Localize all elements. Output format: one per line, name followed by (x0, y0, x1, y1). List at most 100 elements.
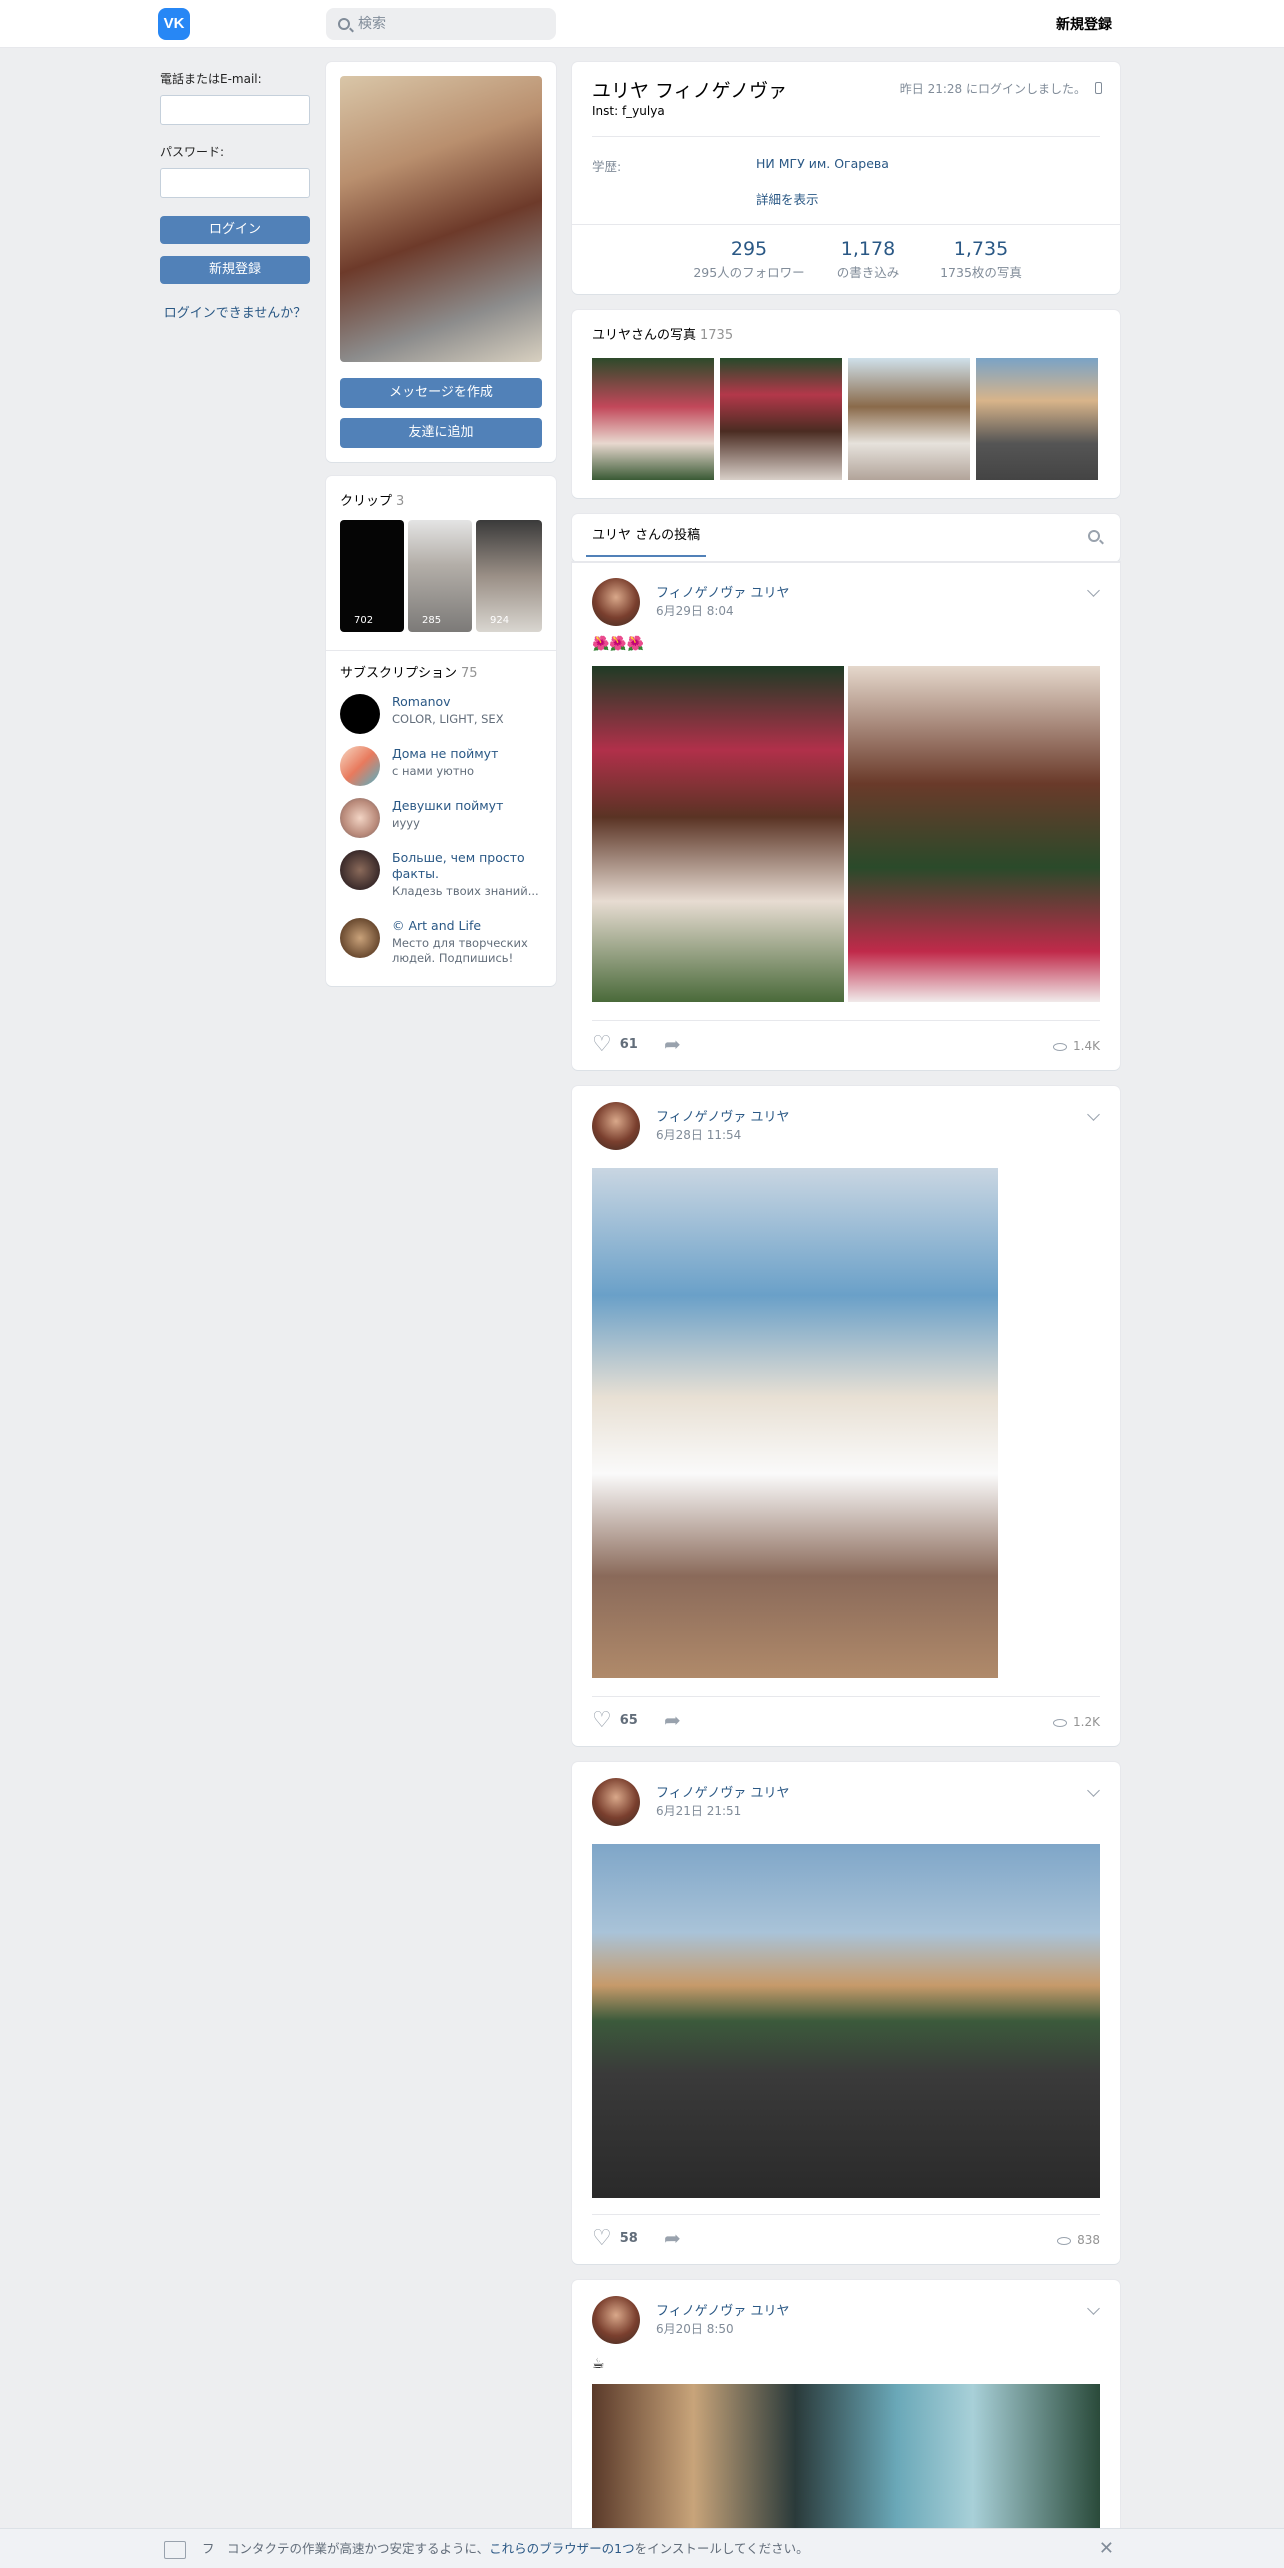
post-image[interactable] (592, 1168, 998, 1678)
search-icon (338, 18, 350, 30)
posts-stat[interactable]: 1,178 の書き込み (818, 238, 918, 281)
subscription-avatar (340, 850, 380, 890)
password-field[interactable] (160, 168, 310, 198)
photos-title[interactable]: ユリヤさんの写真 1735 (592, 324, 733, 343)
post-image[interactable] (848, 666, 1100, 1002)
show-more-link[interactable]: 詳細を表示 (756, 189, 819, 208)
signup-link[interactable]: 新規登録 (1056, 14, 1112, 34)
share-icon[interactable]: ➦ (664, 1032, 681, 1056)
post-date[interactable]: 6月20日 8:50 (656, 2320, 734, 2337)
heart-icon: ♡ (592, 1708, 612, 1733)
subscription-name[interactable]: Дома не поймут (392, 746, 542, 762)
eye-icon (1053, 1718, 1068, 1727)
browser-banner: フ コンタクテの作業が高速かつ安定するように、これらのブラウザーの1つをインスト… (0, 2528, 1284, 2568)
subscription-item[interactable]: Дома не поймут с нами уютно (340, 746, 550, 794)
education-link[interactable]: НИ МГУ им. Огарева (756, 156, 889, 171)
clip-views: 702 (354, 615, 374, 626)
clip-item[interactable]: 285 (408, 520, 472, 632)
post-author[interactable]: フィノゲノヴァ ユリヤ (656, 2300, 789, 2319)
clip-item[interactable]: 702 (340, 520, 404, 632)
browser-link[interactable]: これらのブラウザーの1つ (489, 2541, 634, 2556)
chevron-down-icon[interactable] (1087, 2302, 1100, 2315)
followers-stat[interactable]: 295 295人のフォロワー (684, 238, 814, 281)
banner-text: フ コンタクテの作業が高速かつ安定するように、これらのブラウザーの1つをインスト… (202, 2541, 809, 2556)
subscription-item[interactable]: © Art and Life Место для творческих люде… (340, 918, 550, 966)
post-image[interactable] (592, 666, 844, 1002)
author-avatar[interactable] (592, 1102, 640, 1150)
subscriptions-title[interactable]: サブスクリプション 75 (340, 662, 478, 681)
photo-thumb[interactable] (720, 358, 842, 480)
send-message-button[interactable]: メッセージを作成 (340, 378, 542, 408)
top-bar: VK 検索 新規登録 (0, 0, 1284, 48)
subscription-name[interactable]: Romanov (392, 694, 542, 710)
photos-card: ユリヤさんの写真 1735 (572, 310, 1120, 498)
search-input[interactable]: 検索 (326, 8, 556, 40)
forgot-login-link[interactable]: ログインできませんか？ (160, 302, 310, 321)
wall-tabs: ユリヤ さんの投稿 (572, 514, 1120, 562)
chevron-down-icon[interactable] (1087, 1784, 1100, 1797)
like-count: 58 (619, 2231, 638, 2246)
heart-icon: ♡ (592, 2226, 612, 2251)
photos-stat[interactable]: 1,735 1735枚の写真 (916, 238, 1046, 281)
subscription-desc: Место для творческих людей. Подпишись! (392, 936, 528, 965)
post-image[interactable] (592, 2384, 1100, 2534)
subscription-name[interactable]: © Art and Life (392, 918, 542, 934)
tab-underline (586, 555, 706, 557)
photo-thumb[interactable] (976, 358, 1098, 480)
author-avatar[interactable] (592, 2296, 640, 2344)
clip-views: 924 (490, 615, 510, 626)
password-label: パスワード: (160, 145, 225, 159)
divider (592, 2214, 1100, 2215)
post-date[interactable]: 6月28日 11:54 (656, 1126, 741, 1143)
subscription-item[interactable]: Romanov COLOR, LIGHT, SEX (340, 694, 550, 742)
like-button[interactable]: ♡ 58 (592, 2226, 638, 2251)
author-avatar[interactable] (592, 578, 640, 626)
subscription-name[interactable]: Девушки поймут (392, 798, 542, 814)
subscription-desc: с нами уютно (392, 764, 475, 778)
like-count: 61 (619, 1037, 638, 1052)
share-icon[interactable]: ➦ (664, 1708, 681, 1732)
clip-item[interactable]: 924 (476, 520, 542, 632)
login-button[interactable]: ログイン (160, 216, 310, 244)
wall-post: フィノゲノヴァ ユリヤ 6月29日 8:04 🌺🌺🌺 ♡ 61 ➦ 1.4K (572, 562, 1120, 1070)
photo-thumb[interactable] (848, 358, 970, 480)
like-button[interactable]: ♡ 65 (592, 1708, 638, 1733)
chevron-down-icon[interactable] (1087, 584, 1100, 597)
wall-post: フィノゲノヴァ ユリヤ 6月20日 8:50 ☕ (572, 2280, 1120, 2540)
subscription-desc: иууу (392, 816, 420, 830)
search-icon[interactable] (1088, 530, 1100, 542)
register-button[interactable]: 新規登録 (160, 256, 310, 284)
clips-subscriptions-card: クリップ 3 702 285 924 サブスクリプション 75 Romanov CO… (326, 476, 556, 986)
close-icon[interactable]: ✕ (1099, 2529, 1114, 2568)
share-icon[interactable]: ➦ (664, 2226, 681, 2250)
post-views: 1.4K (1053, 1039, 1100, 1053)
post-date[interactable]: 6月21日 21:51 (656, 1802, 741, 1819)
subscription-item[interactable]: Девушки поймут иууу (340, 798, 550, 846)
clips-title[interactable]: クリップ 3 (340, 490, 404, 509)
post-author[interactable]: フィノゲノヴァ ユリヤ (656, 1782, 789, 1801)
subscription-name[interactable]: Больше, чем просто факты. (392, 850, 542, 882)
photo-thumb[interactable] (592, 358, 714, 480)
education-label: 学歴: (592, 159, 622, 174)
email-field[interactable] (160, 95, 310, 125)
login-form: 電話またはE-mail: パスワード: ログイン 新規登録 ログインできませんか… (160, 70, 310, 321)
post-image[interactable] (592, 1844, 1100, 2198)
like-count: 65 (619, 1713, 638, 1728)
author-avatar[interactable] (592, 1778, 640, 1826)
post-author[interactable]: フィノゲノヴァ ユリヤ (656, 1106, 789, 1125)
last-seen: 昨日 21:28 にログインしました。 (899, 82, 1086, 96)
vk-logo[interactable]: VK (158, 8, 190, 40)
eye-icon (1057, 2236, 1072, 2245)
post-date[interactable]: 6月29日 8:04 (656, 602, 734, 619)
like-button[interactable]: ♡ 61 (592, 1032, 638, 1057)
add-friend-button[interactable]: 友達に追加 (340, 418, 542, 448)
subscription-item[interactable]: Больше, чем просто факты. Кладезь твоих … (340, 850, 550, 898)
search-placeholder: 検索 (358, 16, 386, 32)
profile-name: ユリヤ フィノゲノヴァ (592, 80, 788, 102)
profile-photo[interactable] (340, 76, 542, 362)
chevron-down-icon[interactable] (1087, 1108, 1100, 1121)
tab-user-posts[interactable]: ユリヤ さんの投稿 (592, 524, 700, 543)
divider (572, 562, 1120, 563)
subscription-avatar (340, 918, 380, 958)
post-author[interactable]: フィノゲノヴァ ユリヤ (656, 582, 789, 601)
